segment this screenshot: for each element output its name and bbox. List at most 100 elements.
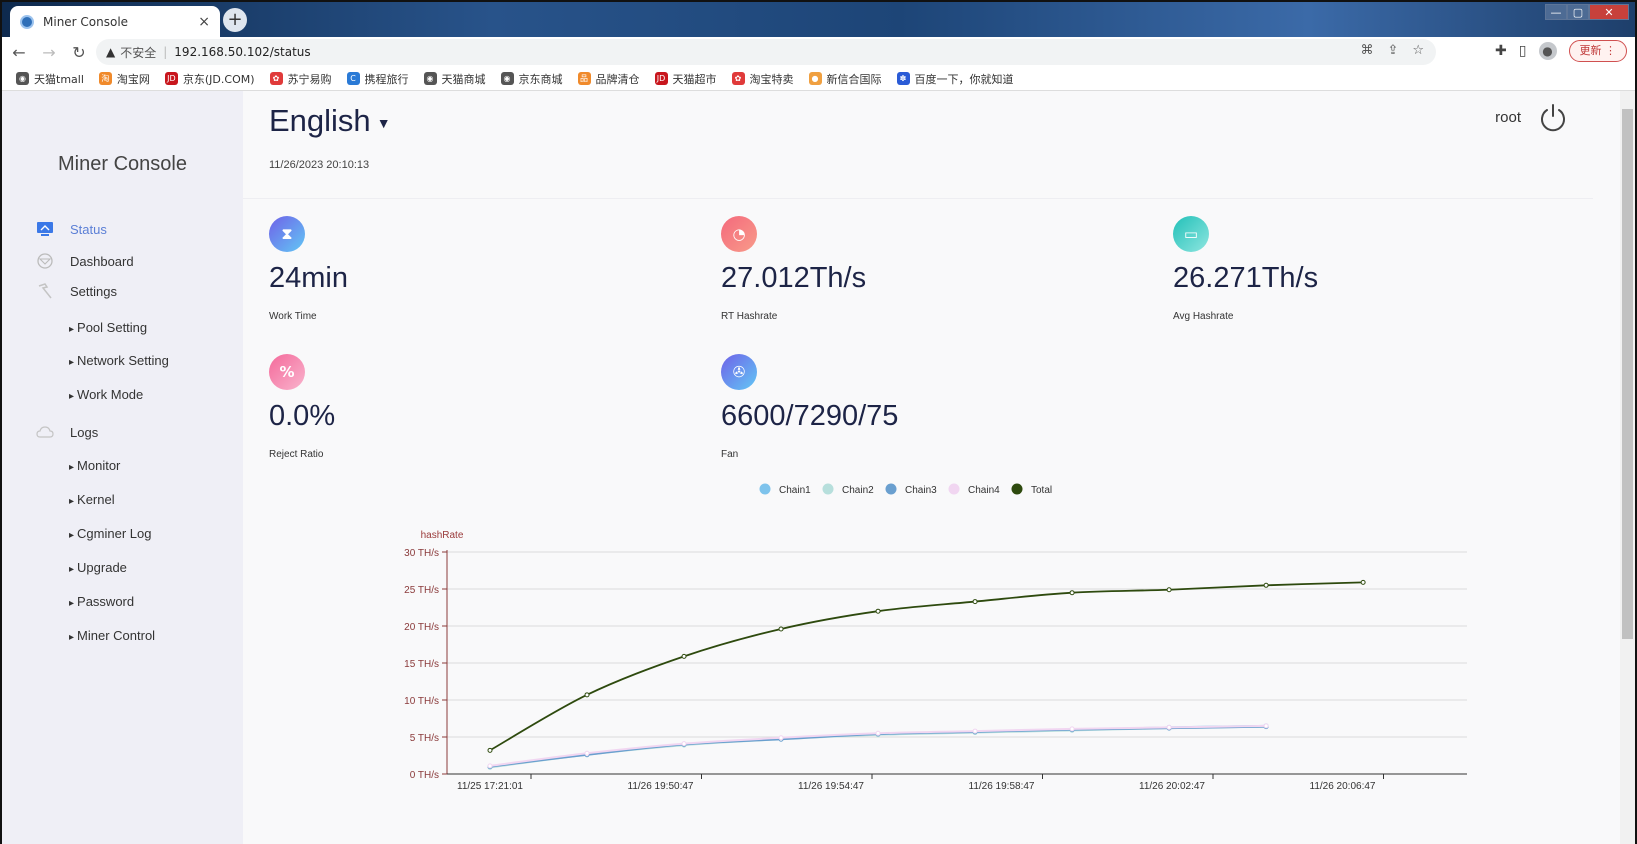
- sidebar-item-dashboard[interactable]: Dashboard: [36, 253, 134, 269]
- bookmark-item[interactable]: C 携程旅行: [346, 71, 409, 87]
- bookmark-item[interactable]: ✽ 百度一下，你就知道: [896, 71, 1014, 87]
- bookmark-label: 百度一下，你就知道: [914, 72, 1014, 86]
- y-tick-label: 5 TH/s: [410, 733, 439, 744]
- new-tab-button[interactable]: +: [223, 8, 247, 32]
- reload-icon[interactable]: ↻: [66, 43, 92, 62]
- tab-title: Miner Console: [43, 14, 129, 29]
- translate-icon[interactable]: ⌘: [1360, 43, 1373, 58]
- profile-icon[interactable]: ●: [1538, 42, 1557, 60]
- x-tick-label: 11/26 19:50:47: [628, 781, 694, 792]
- sidebar-item-status[interactable]: Status: [36, 221, 107, 237]
- sidebar-item-settings[interactable]: Settings: [36, 283, 117, 299]
- minimize-button[interactable]: —: [1545, 4, 1567, 20]
- hashrate-chart: 0 TH/s 5 TH/s 10 TH/s 15 TH/s 20 TH/s 25 TH/s…: [404, 483, 1467, 792]
- bookmark-item[interactable]: ✿ 苏宁易购: [269, 71, 332, 87]
- bookmark-label: 淘宝网: [116, 72, 150, 86]
- sidebar-subitem-monitor[interactable]: Monitor: [69, 458, 120, 473]
- hammer-icon: [36, 283, 54, 299]
- update-button[interactable]: 更新 ⋮: [1568, 40, 1627, 62]
- series-chain4-point: [1069, 726, 1075, 732]
- y-tick-label: 20 TH/s: [404, 622, 439, 633]
- browser-tab[interactable]: Miner Console ×: [10, 6, 220, 37]
- bookmark-favicon-icon: ◉: [500, 72, 514, 85]
- insecure-label: 不安全: [120, 45, 157, 60]
- bookmark-favicon-icon: JD: [164, 72, 178, 85]
- warning-icon: ▲: [106, 45, 116, 59]
- bookmark-favicon-icon: ✿: [731, 72, 745, 85]
- bookmark-favicon-icon: ◉: [423, 72, 437, 85]
- update-label: 更新: [1579, 44, 1602, 57]
- bookmark-item[interactable]: JD 京东(JD.COM): [164, 71, 255, 87]
- bookmark-label: 苏宁易购: [287, 72, 332, 86]
- legend-marker-chain3: [885, 483, 897, 495]
- side-panel-icon[interactable]: ▯: [1519, 43, 1527, 59]
- bookmark-item[interactable]: ● 新信合国际: [808, 71, 882, 87]
- bookmark-item[interactable]: ◉ 京东商城: [500, 71, 563, 87]
- bookmark-label: 品牌清仓: [595, 72, 640, 86]
- monitor-icon: [36, 221, 54, 237]
- star-icon[interactable]: ☆: [1412, 43, 1424, 58]
- forward-icon[interactable]: →: [36, 43, 62, 62]
- series-total-point: [681, 653, 687, 659]
- bookmark-item[interactable]: 品品牌清仓: [577, 71, 640, 87]
- bookmark-favicon-icon: 品: [577, 72, 591, 85]
- y-axis-title: hashRate: [421, 530, 464, 541]
- y-tick-label: 30 TH/s: [404, 548, 439, 559]
- scrollbar-thumb[interactable]: [1622, 109, 1633, 639]
- legend-label-total: Total: [1031, 485, 1052, 496]
- page-scrollbar[interactable]: [1620, 91, 1635, 844]
- brand-title: Miner Console: [58, 153, 187, 175]
- sidebar-subitem-password[interactable]: Password: [69, 594, 134, 609]
- sidebar-subitem-pool-setting[interactable]: Pool Setting: [69, 320, 147, 335]
- bookmark-item[interactable]: ◉ 天猫商城: [423, 71, 486, 87]
- legend-label-chain1: Chain1: [779, 485, 811, 496]
- sidebar-subitem-network-setting[interactable]: Network Setting: [69, 353, 169, 368]
- series-chain4-point: [584, 750, 590, 756]
- main-content: English ▼ 11/26/2023 20:10:13 root ⧗ 24mi…: [243, 91, 1624, 844]
- maximize-button[interactable]: ▢: [1567, 4, 1589, 20]
- browser-window: Miner Console × + — ▢ ✕ ← → ↻ ▲ 不安全 | 19…: [0, 0, 1637, 844]
- series-chain4-point: [875, 730, 881, 736]
- y-tick-label: 0 TH/s: [410, 770, 439, 781]
- sidebar-subitem-kernel[interactable]: Kernel: [69, 492, 115, 507]
- sidebar-subitem-upgrade[interactable]: Upgrade: [69, 560, 127, 575]
- series-total-point: [1069, 590, 1075, 596]
- x-tick-label: 11/26 19:54:47: [798, 781, 864, 792]
- sidebar-item-logs[interactable]: Logs: [36, 424, 98, 440]
- bookmark-label: 天猫超市: [672, 72, 717, 86]
- series-total-point: [487, 747, 493, 753]
- bookmark-item[interactable]: ✿ 淘宝特卖: [731, 71, 794, 87]
- address-bar[interactable]: ▲ 不安全 | 192.168.50.102/status ⌘ ⇪ ☆: [96, 39, 1436, 65]
- divider: |: [163, 45, 168, 59]
- bookmark-item[interactable]: ◉ 天猫tmall: [16, 71, 84, 87]
- extensions-icon[interactable]: ✚: [1495, 43, 1507, 59]
- sidebar-subitem-cgminer-log[interactable]: Cgminer Log: [69, 526, 151, 541]
- tab-close-icon[interactable]: ×: [198, 14, 210, 30]
- bookmark-item[interactable]: JD 天猫超市: [654, 71, 717, 87]
- x-tick-label: 11/25 17:21:01: [457, 781, 523, 792]
- series-total-point: [1263, 582, 1269, 588]
- bookmark-item[interactable]: 淘淘宝网: [98, 71, 150, 87]
- y-tick-label: 15 TH/s: [404, 659, 439, 670]
- series-total-point: [778, 626, 784, 632]
- dashboard-icon: [36, 253, 54, 269]
- bookmark-label: 天猫商城: [441, 72, 486, 86]
- series-chain4-point: [778, 735, 784, 741]
- series-chain4-point: [1166, 724, 1172, 730]
- bookmark-label: 新信合国际: [826, 72, 882, 86]
- close-window-button[interactable]: ✕: [1589, 4, 1629, 20]
- bookmark-label: 天猫tmall: [34, 72, 84, 86]
- sidebar-subitem-work-mode[interactable]: Work Mode: [69, 387, 143, 402]
- toolbar-right: ✚ ▯ ● 更新 ⋮: [1495, 40, 1627, 62]
- miner-favicon-icon: [20, 14, 34, 29]
- url-text[interactable]: 192.168.50.102/status: [174, 45, 310, 59]
- sidebar-subitem-miner-control[interactable]: Miner Control: [69, 628, 155, 643]
- omnibox-icons: ⌘ ⇪ ☆: [1360, 43, 1424, 58]
- bookmark-favicon-icon: ✿: [269, 72, 283, 85]
- bookmark-favicon-icon: ●: [808, 72, 822, 85]
- x-tick-label: 11/26 20:06:47: [1310, 781, 1376, 792]
- legend-marker-chain1: [759, 483, 771, 495]
- back-icon[interactable]: ←: [6, 43, 32, 62]
- share-icon[interactable]: ⇪: [1387, 43, 1398, 58]
- legend-label-chain3: Chain3: [905, 485, 937, 496]
